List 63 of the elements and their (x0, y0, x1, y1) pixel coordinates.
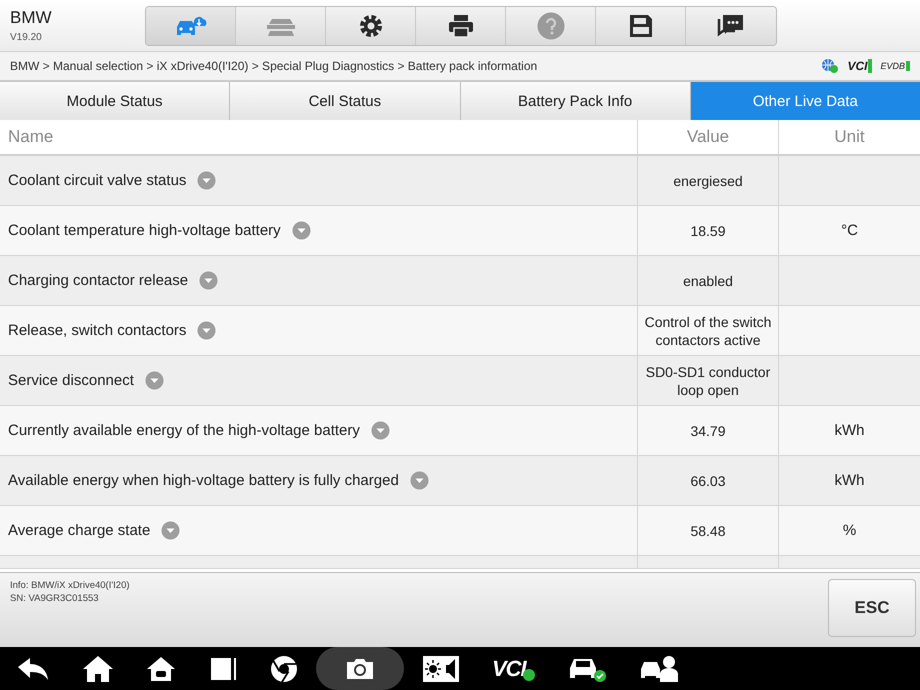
settings-icon (358, 12, 384, 38)
expand-icon[interactable] (161, 521, 180, 540)
vehicle-info: Info: BMW/iX xDrive40(I'I20) (10, 579, 130, 592)
expand-icon[interactable] (197, 171, 216, 190)
expand-icon[interactable] (197, 321, 216, 340)
parameter-name: Release, switch contactors (8, 322, 186, 339)
tab[interactable]: Other Live Data (690, 82, 920, 120)
parameter-name: Service disconnect (8, 372, 134, 389)
toolbar-button[interactable] (326, 6, 416, 44)
help-icon (536, 12, 564, 40)
car-technician-icon[interactable] (638, 654, 679, 682)
save-icon (628, 12, 654, 38)
parameter-name: Available energy when high-voltage battery is fully charged (8, 472, 399, 489)
column-header: Unit (833, 126, 866, 148)
expand-icon[interactable] (410, 471, 429, 490)
parameter-value: energiesed (673, 172, 743, 190)
parameter-value: 34.79 (690, 422, 726, 440)
brightness-volume-icon[interactable] (422, 654, 460, 682)
column-header: Name (0, 120, 638, 154)
parameter-value: 66.03 (690, 472, 726, 490)
parameter-value: enabled (683, 272, 733, 290)
parameter-name: Coolant circuit valve status (8, 172, 186, 189)
parameter-value: SD0-SD1 conductor loop open (644, 362, 772, 398)
esc-button[interactable]: ESC (828, 579, 916, 637)
parameter-value: 18.59 (690, 222, 726, 240)
breadcrumb: BMW > Manual selection > iX xDrive40(I'I20) > Special Plug Diagnostics > Battery pack information (10, 59, 538, 73)
evdb-status: EVDB (880, 61, 910, 71)
parameter-name: Average charge state (8, 522, 150, 539)
parameter-name: Charging contactor release (8, 272, 188, 289)
tab[interactable]: Module Status (0, 82, 230, 120)
globe-icon (821, 58, 840, 74)
parameter-unit: kWh (834, 422, 864, 439)
printer-icon (446, 12, 474, 38)
expand-icon[interactable] (199, 271, 218, 290)
camera-icon (345, 656, 375, 680)
vci-button[interactable]: VCI (492, 656, 535, 682)
parameter-value: 58.48 (690, 522, 726, 540)
expand-icon[interactable] (144, 371, 164, 390)
recent-apps-icon[interactable] (208, 656, 238, 682)
toolbar-button[interactable] (596, 6, 686, 44)
toolbar-button[interactable] (686, 6, 776, 44)
version-label: V19.20 (10, 32, 43, 43)
vci-status: VCI (847, 59, 872, 73)
parameter-name: Coolant temperature high-voltage battery (8, 222, 281, 239)
home-icon[interactable] (82, 654, 114, 682)
serial-number: SN: VA9GR3C01553 (10, 592, 100, 605)
tab[interactable]: Battery Pack Info (460, 82, 691, 120)
tab[interactable]: Cell Status (230, 82, 460, 120)
chat-icon (717, 12, 745, 38)
toolbar-button[interactable] (416, 6, 506, 44)
parameter-name: Currently available energy of the high-voltage battery (8, 422, 360, 439)
android-home-icon[interactable] (146, 656, 176, 682)
screenshot-button[interactable] (316, 647, 404, 690)
parameter-unit: °C (841, 222, 858, 239)
browser-icon[interactable] (270, 654, 298, 682)
parameter-unit: kWh (834, 472, 864, 489)
expand-icon[interactable] (370, 421, 390, 440)
parameter-unit: % (842, 522, 856, 539)
app-title: BMW (10, 8, 53, 28)
column-header: Value (638, 120, 779, 154)
back-icon[interactable] (16, 656, 50, 682)
parameter-value: Control of the switch contactors active (644, 312, 772, 348)
expand-icon[interactable] (292, 221, 311, 240)
